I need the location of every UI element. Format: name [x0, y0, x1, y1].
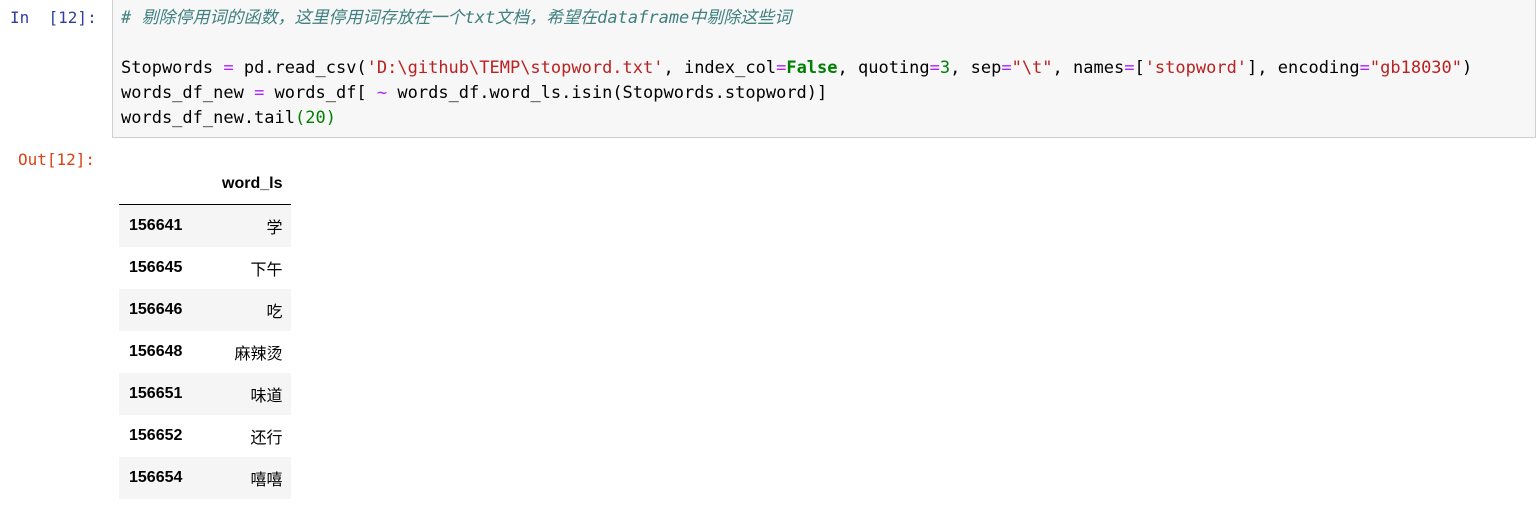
- code-token: words_df_new: [121, 83, 255, 103]
- code-string-names: 'stopword': [1144, 58, 1248, 78]
- code-token: , quoting: [837, 58, 930, 78]
- output-prompt: Out[12]:: [18, 150, 96, 169]
- code-operator: =: [1124, 58, 1135, 78]
- code-line-read-csv: Stopwords = pd.read_csv('D:\github\TEMP\…: [121, 56, 1472, 80]
- code-comment: # 剔除停用词的函数，这里停用词存放在一个txt文档，希望在dataframe中…: [121, 8, 792, 28]
- input-prompt: In [12]:: [10, 8, 97, 27]
- row-index: 156652: [129, 427, 183, 444]
- code-operator-tilde: ~: [376, 83, 388, 103]
- row-index: 156646: [129, 301, 183, 318]
- code-line-comment: # 剔除停用词的函数，这里停用词存放在一个txt文档，希望在dataframe中…: [121, 6, 791, 30]
- code-token: , index_col: [663, 58, 777, 78]
- row-value: 还行: [250, 430, 283, 447]
- row-index: 156651: [129, 385, 183, 402]
- code-token: [: [1134, 58, 1145, 78]
- code-line-filter: words_df_new = words_df[ ~ words_df.word…: [121, 81, 827, 105]
- row-index: 156654: [129, 469, 183, 486]
- code-token: ): [1462, 58, 1473, 78]
- table-row: 156654 嘻嘻: [119, 457, 292, 499]
- table-row: 156645 下午: [119, 247, 292, 289]
- row-value: 麻辣烫: [234, 346, 283, 363]
- code-line-tail: words_df_new.tail(20): [121, 106, 336, 130]
- table-row: 156646 吃: [119, 289, 292, 331]
- table-row: 156648 麻辣烫: [119, 331, 292, 373]
- code-token: , sep: [950, 58, 1002, 78]
- code-keyword-false: False: [786, 58, 838, 78]
- column-header: word_ls: [212, 164, 292, 205]
- code-token: Stopwords: [121, 58, 224, 78]
- row-value: 味道: [250, 388, 283, 405]
- row-value: 吃: [266, 304, 283, 321]
- table-header-row: word_ls: [119, 164, 292, 205]
- code-operator: =: [929, 58, 940, 78]
- code-operator: =: [1359, 58, 1370, 78]
- table-row: 156652 还行: [119, 415, 292, 457]
- index-header: [119, 164, 212, 205]
- code-operator: =: [223, 58, 234, 78]
- row-value: 学: [266, 220, 283, 237]
- dataframe-table: word_ls 156641 学 156645 下午 156646 吃 156648 麻辣烫 1…: [119, 164, 292, 499]
- code-token: , names: [1052, 58, 1125, 78]
- code-token: words_df.word_ls.isin(Stopwords.stopword…: [387, 83, 828, 103]
- code-operator: =: [254, 83, 265, 103]
- code-token: words_df_new.tail: [121, 108, 295, 128]
- code-number-arg: (20): [295, 108, 336, 128]
- code-string-sep: "\t": [1011, 58, 1053, 78]
- code-token: pd.read_csv(: [233, 58, 367, 78]
- row-index: 156645: [129, 259, 183, 276]
- code-operator: =: [1001, 58, 1012, 78]
- code-token: words_df[: [264, 83, 377, 103]
- output-area: word_ls 156641 学 156645 下午 156646 吃 156648 麻辣烫 1…: [119, 164, 292, 499]
- table-body: 156641 学 156645 下午 156646 吃 156648 麻辣烫 156651 味道 1…: [119, 204, 292, 499]
- row-value: 下午: [250, 262, 283, 279]
- row-index: 156648: [129, 343, 183, 360]
- code-token: ], encoding: [1247, 58, 1360, 78]
- table-row: 156651 味道: [119, 373, 292, 415]
- row-value: 嘻嘻: [250, 472, 283, 489]
- code-number: 3: [939, 58, 951, 78]
- code-input-area[interactable]: # 剔除停用词的函数，这里停用词存放在一个txt文档，希望在dataframe中…: [112, 0, 1536, 138]
- code-string-encoding: "gb18030": [1369, 58, 1463, 78]
- table-row: 156641 学: [119, 204, 292, 247]
- row-index: 156641: [129, 217, 183, 234]
- code-string-path: 'D:\github\TEMP\stopword.txt': [366, 58, 664, 78]
- code-operator: =: [776, 58, 787, 78]
